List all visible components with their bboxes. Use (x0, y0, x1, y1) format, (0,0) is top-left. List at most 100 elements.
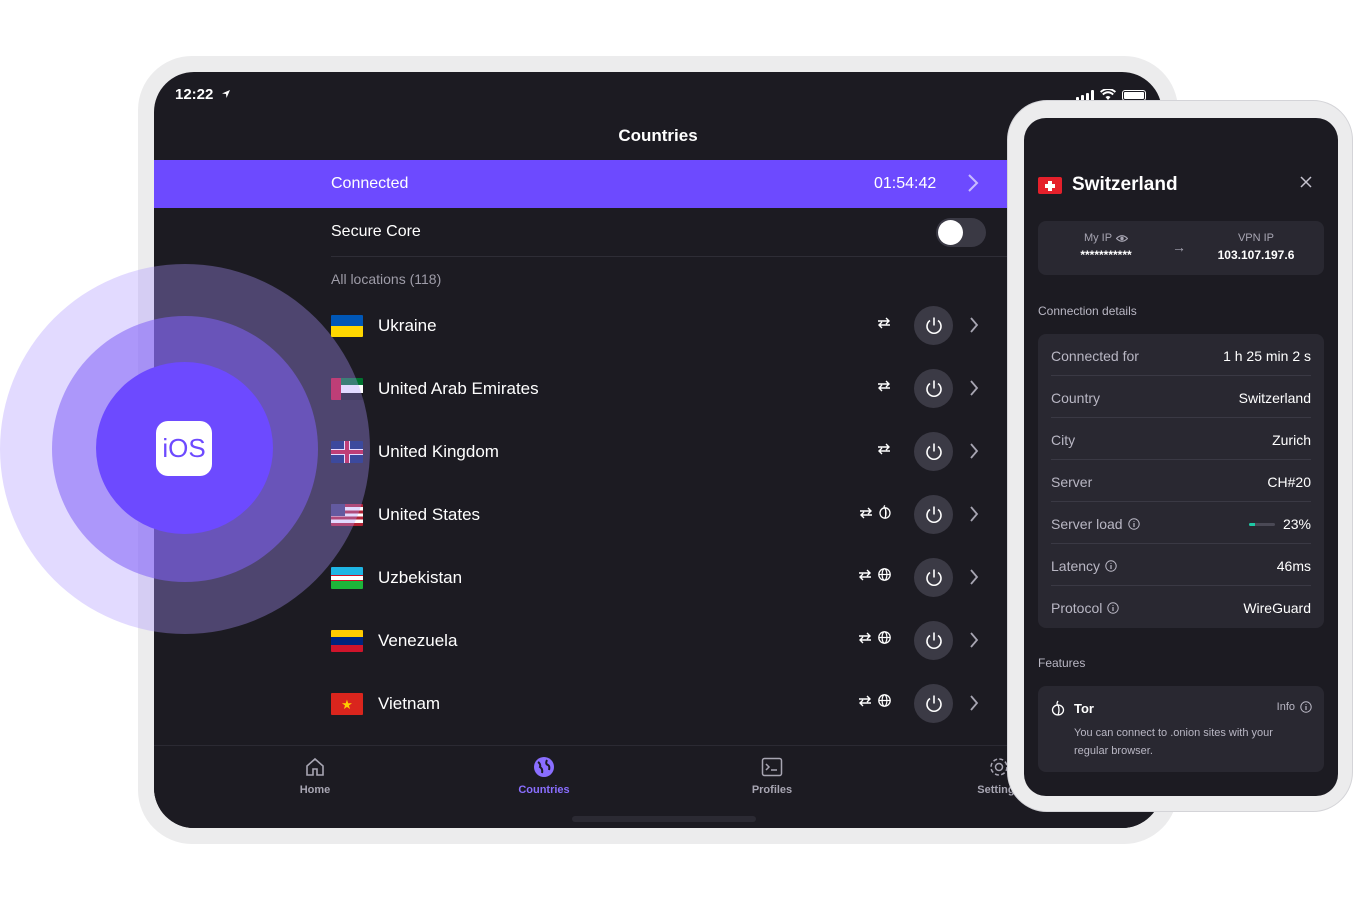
connect-power-button[interactable] (914, 684, 953, 723)
detail-label: Server load (1051, 516, 1123, 532)
chevron-right-icon[interactable] (968, 629, 980, 651)
detail-label: City (1051, 432, 1076, 448)
tor-icon (1051, 700, 1065, 716)
country-name: Venezuela (378, 631, 458, 650)
country-row-us[interactable]: United States (331, 483, 991, 546)
detail-label: Server (1051, 474, 1093, 490)
server-country-title: Switzerland (1072, 174, 1178, 195)
connect-power-button[interactable] (914, 621, 953, 660)
connect-power-button[interactable] (914, 306, 953, 345)
detail-row-server-load: Server load 23% (1051, 502, 1311, 544)
feature-icons (877, 316, 891, 334)
tab-home-label: Home (299, 784, 331, 796)
tab-profiles-label: Profiles (751, 784, 793, 796)
country-row-ukraine[interactable]: Ukraine (331, 294, 991, 357)
my-ip-label: My IP (1083, 232, 1113, 244)
secure-core-label: Secure Core (331, 223, 421, 240)
tor-feature-description: You can connect to .onion sites with you… (1074, 727, 1273, 757)
country-row-uk[interactable]: United Kingdom (331, 420, 991, 483)
status-bar: 12:22 (154, 72, 1162, 118)
battery-icon (1122, 89, 1146, 101)
detail-value: 46ms (1276, 558, 1311, 574)
all-locations-header: All locations (118) (331, 271, 442, 287)
eye-icon[interactable] (1116, 234, 1129, 243)
power-icon (925, 695, 942, 712)
p2p-icon (858, 631, 872, 649)
detail-value: Zurich (1272, 432, 1311, 448)
feature-icons (858, 694, 891, 712)
info-icon[interactable] (1127, 518, 1140, 530)
info-icon (1300, 701, 1312, 713)
home-icon (306, 757, 324, 776)
connect-power-button[interactable] (914, 369, 953, 408)
ios-badge: iOS (156, 421, 212, 476)
detail-row-server: Server CH#20 (1051, 460, 1311, 502)
ukraine-flag-icon (331, 315, 363, 337)
country-row-venezuela[interactable]: Venezuela (331, 609, 991, 672)
connection-details-card: Connected for 1 h 25 min 2 s Country Swi… (1038, 334, 1324, 628)
switzerland-flag-icon (1038, 176, 1062, 194)
detail-row-connected-for: Connected for 1 h 25 min 2 s (1051, 334, 1311, 376)
tor-icon (879, 505, 891, 524)
secure-core-toggle[interactable] (936, 218, 986, 247)
vpn-ip-value: 103.107.197.6 (1217, 248, 1295, 262)
detail-row-city: City Zurich (1051, 418, 1311, 460)
connected-label: Connected (331, 175, 409, 192)
close-icon[interactable] (1300, 176, 1312, 188)
info-icon[interactable] (1107, 602, 1120, 614)
power-icon (925, 506, 942, 523)
connect-power-button[interactable] (914, 558, 953, 597)
location-arrow-icon (221, 90, 230, 98)
detail-row-protocol: Protocol WireGuard (1051, 586, 1311, 628)
chevron-right-icon[interactable] (968, 503, 980, 525)
chevron-right-icon[interactable] (968, 377, 980, 399)
p2p-icon (858, 568, 872, 586)
connect-power-button[interactable] (914, 432, 953, 471)
country-row-uzbekistan[interactable]: Uzbekistan (331, 546, 991, 609)
detail-value: CH#20 (1267, 474, 1311, 490)
tab-profiles[interactable]: Profiles (712, 754, 832, 796)
connection-details-header: Connection details (1038, 304, 1137, 318)
chevron-right-icon (968, 174, 979, 192)
chevron-right-icon[interactable] (968, 692, 980, 714)
tor-feature-card: Tor Info You can connect to .onion sites… (1038, 686, 1324, 772)
country-row-uae[interactable]: United Arab Emirates (331, 357, 991, 420)
chevron-right-icon[interactable] (968, 440, 980, 462)
home-indicator (572, 816, 756, 822)
detail-label: Protocol (1051, 600, 1103, 616)
country-row-vietnam[interactable]: ★ Vietnam (331, 672, 991, 735)
detail-row-country: Country Switzerland (1051, 376, 1311, 418)
power-icon (925, 317, 942, 334)
profiles-icon (761, 757, 783, 777)
chevron-right-icon[interactable] (968, 566, 980, 588)
vietnam-flag-icon: ★ (331, 693, 363, 715)
tor-feature-title: Tor (1074, 701, 1094, 716)
feature-icons (858, 631, 891, 649)
detail-label: Latency (1051, 558, 1101, 574)
feature-icons (877, 379, 891, 397)
country-name: United Kingdom (378, 442, 499, 461)
globe-icon (534, 757, 554, 777)
tab-countries-label: Countries (518, 784, 570, 796)
server-load-bar (1249, 523, 1275, 526)
tab-home[interactable]: Home (255, 754, 375, 796)
info-icon[interactable] (1105, 560, 1117, 572)
status-time: 12:22 (175, 86, 214, 103)
globe-icon (878, 568, 891, 586)
phone-screen: Switzerland My IP *********** → VPN IP 1… (1024, 118, 1338, 796)
connect-power-button[interactable] (914, 495, 953, 534)
tor-info-button[interactable]: Info (1277, 701, 1312, 713)
country-name: United Arab Emirates (378, 379, 539, 398)
chevron-right-icon[interactable] (968, 314, 980, 336)
ip-card: My IP *********** → VPN IP 103.107.197.6 (1038, 221, 1324, 275)
p2p-icon (877, 316, 891, 334)
detail-value: 23% (1282, 516, 1311, 532)
globe-icon (878, 694, 891, 712)
tab-countries[interactable]: Countries (484, 754, 604, 796)
country-name: Uzbekistan (378, 568, 463, 587)
country-name: Ukraine (378, 316, 437, 335)
uzbekistan-flag-icon (331, 567, 363, 589)
tor-info-label: Info (1276, 701, 1295, 713)
feature-icons (859, 505, 891, 524)
power-icon (925, 380, 942, 397)
